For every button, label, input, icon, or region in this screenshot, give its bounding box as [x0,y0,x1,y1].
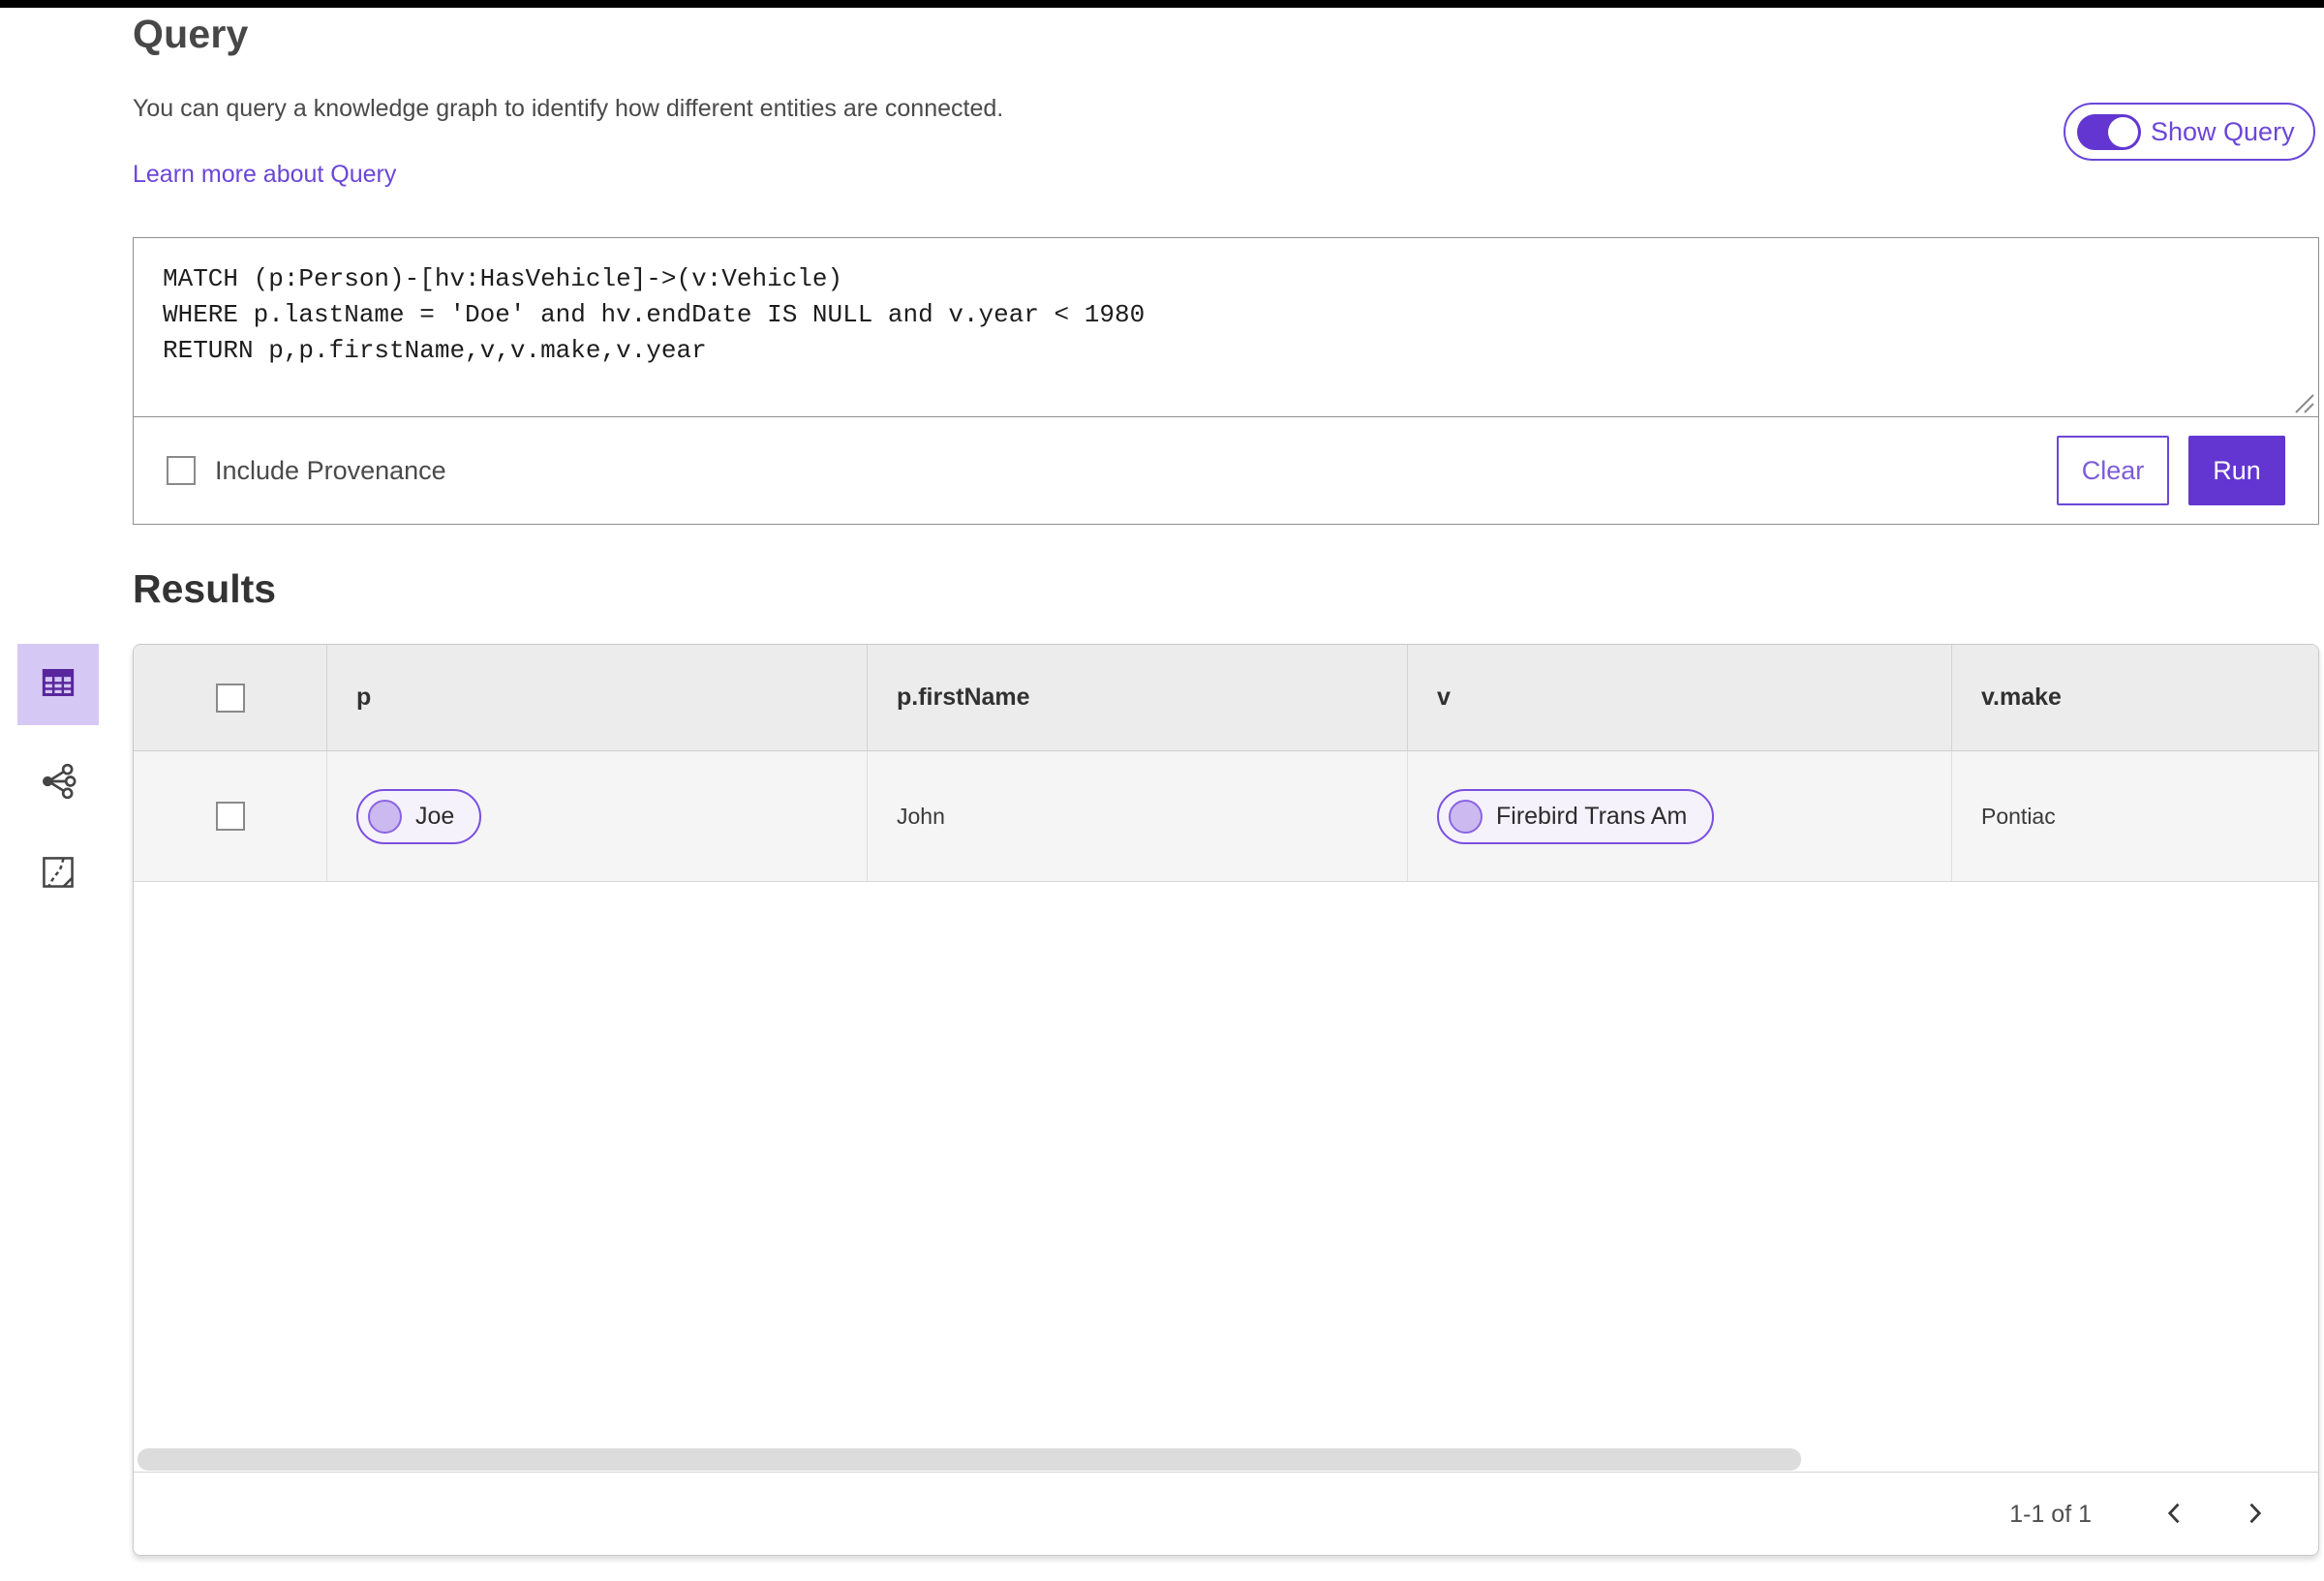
cell-make-value: Pontiac [1981,803,2056,829]
toggle-knob [2108,116,2138,147]
clear-button[interactable]: Clear [2057,436,2169,505]
entity-pill-vehicle[interactable]: Firebird Trans Am [1437,788,1715,844]
cell-firstname-value: John [897,803,945,829]
query-editor-container: MATCH (p:Person)-[hv:HasVehicle]->(v:Veh… [133,237,2319,525]
cell-v: Firebird Trans Am [1408,751,1952,881]
map-icon [40,854,76,896]
entity-pill-label: Joe [415,802,455,830]
column-header-v[interactable]: v [1408,645,1952,750]
query-editor-footer: Include Provenance Clear Run [134,417,2318,524]
table-pagination-bar: 1-1 of 1 [134,1473,2318,1555]
include-provenance-label: Include Provenance [215,455,446,485]
column-header-firstname[interactable]: p.firstName [868,645,1408,750]
select-all-checkbox[interactable] [215,683,245,713]
row-checkbox-cell [134,751,327,881]
next-page-button[interactable] [2227,1487,2281,1541]
query-code-input[interactable]: MATCH (p:Person)-[hv:HasVehicle]->(v:Veh… [134,238,2318,417]
cell-firstname: John [868,751,1408,881]
header-checkbox-cell [134,645,327,750]
view-switch-table[interactable] [17,644,99,725]
link-chart-icon [39,762,77,806]
chevron-left-icon [2161,1500,2188,1530]
row-select-checkbox[interactable] [215,802,245,831]
previous-page-button[interactable] [2148,1487,2202,1541]
pagination-range-label: 1-1 of 1 [2009,1500,2092,1528]
entity-pill-person[interactable]: Joe [356,788,482,844]
column-header-p[interactable]: p [327,645,868,750]
entity-node-icon [368,799,402,834]
toggle-on-icon[interactable] [2077,113,2141,150]
results-heading: Results [133,566,277,611]
learn-more-link[interactable]: Learn more about Query [133,161,396,189]
page-description: You can query a knowledge graph to ident… [133,95,1004,122]
column-header-make[interactable]: v.make [1952,645,2318,750]
horizontal-scrollbar-thumb[interactable] [138,1448,1801,1471]
chevron-right-icon [2241,1500,2268,1530]
view-switch-link-chart[interactable] [17,743,99,824]
cell-p: Joe [327,751,868,881]
table-row: Joe John Firebird Trans Am Pontiac [134,751,2318,882]
include-provenance-checkbox[interactable] [167,456,196,485]
entity-node-icon [1449,799,1483,834]
entity-pill-label: Firebird Trans Am [1496,802,1688,830]
results-table-header: p p.firstName v v.make [134,645,2318,751]
show-query-toggle[interactable]: Show Query [2064,103,2315,161]
page-title: Query [133,12,249,56]
show-query-label: Show Query [2151,116,2295,146]
view-switch-map[interactable] [17,834,99,915]
results-panel: p p.firstName v v.make Joe John Firebird… [133,644,2319,1556]
cell-make: Pontiac [1952,751,2318,881]
run-button[interactable]: Run [2188,436,2285,505]
table-icon [39,663,77,707]
window-top-border [0,0,2324,8]
